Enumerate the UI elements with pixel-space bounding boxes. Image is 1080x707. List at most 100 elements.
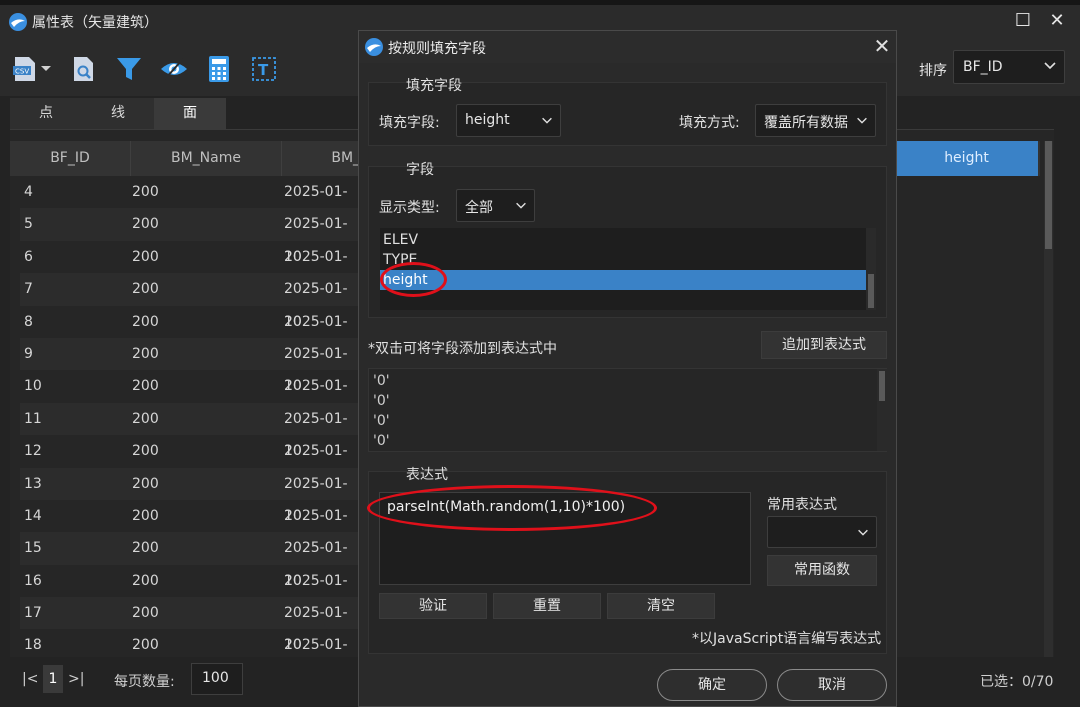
current-page[interactable]: 1 (43, 665, 63, 693)
cell-bm-name: 200 (132, 345, 159, 362)
column-divider (281, 141, 282, 176)
app-logo-icon (9, 13, 27, 31)
cell-bf-id: 16 (24, 572, 42, 589)
display-type-label: 显示类型: (379, 200, 440, 216)
tab-polygon[interactable]: 面 (154, 98, 226, 129)
tab-line[interactable]: 线 (82, 98, 154, 129)
column-header-bf-id[interactable]: BF_ID (10, 141, 130, 176)
fill-field-select[interactable]: height (456, 104, 561, 137)
field-value-item[interactable]: '0' (373, 391, 390, 411)
table-row[interactable]: 9 200 2025-01-10 (20, 337, 358, 394)
fill-mode-label: 填充方式: (679, 115, 740, 131)
top-strip (0, 0, 1080, 5)
table-row[interactable]: 142002025-01-10 (20, 500, 358, 556)
common-functions-button[interactable]: 常用函数 (767, 555, 877, 586)
dropdown-icon[interactable] (38, 60, 54, 76)
cell-bm-name: 200 (132, 378, 159, 395)
display-type-select[interactable]: 全部 (456, 189, 535, 222)
field-list: ELEV TYPE height (380, 228, 876, 310)
column-header-height[interactable]: height (895, 141, 1038, 176)
field-values-list: '0' '0' '0' '0' (368, 368, 887, 452)
field-value-item[interactable]: '0' (373, 411, 390, 431)
column-header-bm-name[interactable]: BM_Name (131, 141, 281, 176)
text-field-icon[interactable]: T (249, 54, 279, 84)
fill-field-group-title: 填充字段 (406, 78, 462, 94)
table-row[interactable]: 122002025-01-10 (20, 435, 358, 491)
chevron-down-icon (857, 117, 867, 124)
cell-bm-name: 200 (132, 281, 159, 298)
tab-point[interactable]: 点 (10, 98, 82, 129)
cell-bm-name: 200 (132, 443, 159, 460)
table-scrollbar[interactable] (1044, 141, 1053, 657)
field-list-item[interactable]: height (380, 270, 866, 290)
window-close-button[interactable]: ✕ (1046, 10, 1068, 32)
reset-button[interactable]: 重置 (493, 593, 601, 619)
cell-bf-id: 13 (24, 475, 42, 492)
common-expression-select[interactable] (767, 516, 877, 548)
table-body: 42002025-01-1052002025-01-1062002025-01-… (20, 176, 358, 662)
page-size-input[interactable]: 100 (191, 663, 243, 695)
first-page-button[interactable]: |< (22, 671, 38, 687)
javascript-footnote: *以JavaScript语言编写表达式 (692, 631, 882, 647)
cell-bf-id: 9 (24, 345, 33, 362)
sort-label: 排序 (919, 63, 947, 79)
cell-bf-id: 17 (24, 605, 42, 622)
table-row[interactable]: 7 200 2025-01-10 (20, 273, 358, 330)
cell-bm-name: 200 (132, 410, 159, 427)
calculator-icon[interactable] (204, 54, 234, 84)
scrollbar-thumb[interactable] (1045, 141, 1052, 249)
cell-bm-name: 200 (132, 540, 159, 557)
double-click-hint: *双击可将字段添加到表达式中 (368, 341, 557, 357)
cell-bm-name: 200 (132, 507, 159, 524)
table-row[interactable]: 15 200 2025-01-10 (20, 532, 358, 589)
cell-bf-id: 11 (24, 410, 42, 427)
field-list-item[interactable]: ELEV (380, 230, 866, 250)
filter-icon[interactable] (114, 54, 144, 84)
last-page-button[interactable]: >| (68, 671, 84, 687)
cell-bm-name: 200 (132, 313, 159, 330)
field-list-item[interactable]: TYPE (380, 250, 866, 270)
fill-mode-select[interactable]: 覆盖所有数据 (755, 104, 876, 137)
field-value-item[interactable]: '0' (373, 371, 390, 391)
append-to-expression-button[interactable]: 追加到表达式 (761, 331, 887, 359)
validate-button[interactable]: 验证 (379, 593, 487, 619)
field-list-scrollbar[interactable] (866, 228, 876, 310)
svg-text:T: T (258, 61, 269, 79)
table-row[interactable]: 5 200 2025-01-10 (20, 208, 358, 265)
ok-button[interactable]: 确定 (657, 669, 767, 701)
values-scrollbar[interactable] (877, 369, 887, 451)
sort-field-select[interactable]: BF_ID (953, 50, 1065, 84)
fill-field-label: 填充字段: (379, 115, 440, 131)
eye-icon[interactable] (159, 54, 189, 84)
expression-group-title: 表达式 (406, 467, 448, 483)
dialog-title: 按规则填充字段 (388, 41, 486, 57)
cell-bm-name: 200 (132, 475, 159, 492)
scrollbar-thumb[interactable] (868, 274, 874, 308)
table-row[interactable]: 13 200 2025-01-10 (20, 467, 358, 524)
svg-text:CSV: CSV (15, 68, 29, 76)
cell-bf-id: 15 (24, 540, 42, 557)
field-value-item[interactable]: '0' (373, 431, 390, 451)
selected-count: 已选：0/70 (980, 674, 1054, 690)
table-row[interactable]: 162002025-01-10 (20, 565, 358, 621)
maximize-button[interactable]: ☐ (1012, 10, 1034, 32)
cell-bf-id: 10 (24, 378, 42, 395)
clear-button[interactable]: 清空 (607, 593, 715, 619)
cancel-button[interactable]: 取消 (777, 669, 887, 701)
table-row[interactable]: 42002025-01-10 (20, 176, 358, 232)
document-search-icon[interactable] (69, 54, 99, 84)
cell-bf-id: 6 (24, 248, 33, 265)
cell-bf-id: 7 (24, 281, 33, 298)
dialog-close-button[interactable]: ✕ (871, 34, 893, 58)
app-logo-icon (365, 38, 383, 56)
page-size-label: 每页数量: (114, 674, 175, 690)
scrollbar-thumb[interactable] (879, 371, 885, 401)
table-row[interactable]: 11 200 2025-01-10 (20, 402, 358, 459)
export-csv-icon[interactable]: CSV (10, 54, 40, 84)
table-row[interactable]: 102002025-01-10 (20, 370, 358, 426)
window-title: 属性表（矢量建筑） (32, 15, 158, 31)
fill-mode-value: 覆盖所有数据 (764, 115, 848, 131)
table-row[interactable]: 82002025-01-10 (20, 306, 358, 362)
table-row[interactable]: 62002025-01-10 (20, 241, 358, 297)
table-row[interactable]: 17 200 2025-01-10 (20, 597, 358, 653)
